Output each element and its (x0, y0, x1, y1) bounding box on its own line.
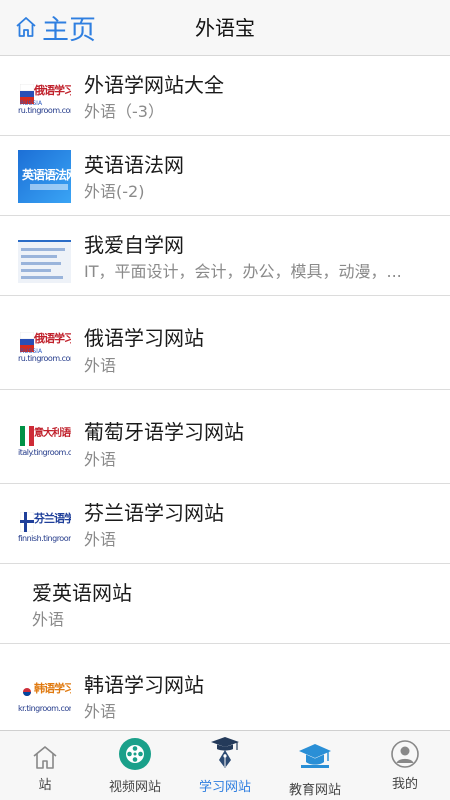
tab-home[interactable]: 站 (0, 731, 90, 800)
item-title: 葡萄牙语学习网站 (84, 420, 244, 444)
home-icon (33, 746, 57, 769)
list-item[interactable]: 俄语学习网 RUSSIA ru.tingroom.com 外语学网站大全 外语（… (0, 56, 450, 136)
site-thumbnail: 意大利语学习网 italy.tingroom.com (18, 412, 71, 465)
home-label: 主页 (42, 14, 96, 46)
tab-label: 我的 (391, 777, 418, 792)
tab-label: 视频网站 (108, 780, 161, 795)
tab-mine[interactable]: 我的 (360, 731, 450, 800)
tab-study-sites[interactable]: 学习网站 (180, 731, 270, 800)
thumbnail-url: ru.tingroom.com (18, 106, 71, 115)
list-item[interactable]: 俄语学习网 RUSSIA ru.tingroom.com 俄语学习网站 外语 (0, 296, 450, 390)
thumbnail-url: finnish.tingroom.com (18, 534, 71, 543)
thumbnail-brand: 俄语学习网 (34, 84, 71, 97)
tab-education-sites[interactable]: 教育网站 (270, 731, 360, 800)
tab-label: 站 (38, 778, 52, 793)
site-thumbnail: 英语语法网 (18, 150, 71, 203)
thumbnail-line (21, 255, 57, 258)
item-title: 我爱自学网 (84, 233, 184, 257)
thumbnail-brand: 英语语法网 (22, 168, 71, 182)
thumbnail-line (21, 269, 51, 272)
thumbnail-url: italy.tingroom.com (18, 448, 71, 457)
flag-icon (20, 682, 34, 702)
thumbnail-url: ru.tingroom.com (18, 354, 71, 363)
site-thumbnail: 俄语学习网 RUSSIA ru.tingroom.com (18, 318, 71, 371)
graduation-pen-icon (211, 737, 239, 768)
thumbnail-url: kr.tingroom.com (18, 704, 71, 713)
tab-label: 学习网站 (198, 780, 251, 795)
thumbnail-brand: 韩语学习网 (34, 682, 71, 695)
tab-video-sites[interactable]: 视频网站 (90, 731, 180, 800)
item-title: 韩语学习网站 (84, 673, 204, 697)
list-item[interactable]: 芬兰语学习网 finnish.tingroom.com 芬兰语学习网站 外语 (0, 484, 450, 564)
item-title: 芬兰语学习网站 (84, 501, 224, 525)
list-item[interactable]: 我爱自学网 IT，平面设计，会计，办公，模具，动漫，... (0, 216, 450, 296)
thumbnail-brand: 俄语学习网 (34, 332, 71, 345)
item-title: 外语学网站大全 (84, 73, 224, 97)
bottom-navigation: 站 视频网站 学习网站 教育网站 我的 (0, 730, 450, 800)
item-subtitle: 外语 (84, 450, 117, 469)
item-subtitle: 外语（-3） (84, 102, 164, 121)
item-subtitle: 外语 (84, 356, 117, 375)
item-subtitle: 外语 (84, 702, 117, 721)
item-subtitle: 外语 (32, 610, 65, 629)
thumbnail-brand: 意大利语学习网 (34, 428, 71, 439)
film-reel-icon (119, 738, 151, 770)
thumbnail-stripe (30, 184, 68, 190)
site-thumbnail: 俄语学习网 RUSSIA ru.tingroom.com (18, 70, 71, 123)
thumbnail-line (21, 276, 63, 279)
list-item[interactable]: 英语语法网 英语语法网 外语(-2) (0, 136, 450, 216)
user-avatar-icon (391, 740, 419, 768)
list-item[interactable]: 韩语学习网 kr.tingroom.com 韩语学习网站 外语 (0, 644, 450, 732)
website-list: 俄语学习网 RUSSIA ru.tingroom.com 外语学网站大全 外语（… (0, 56, 450, 732)
site-thumbnail: 韩语学习网 kr.tingroom.com (18, 668, 71, 721)
site-thumbnail: 芬兰语学习网 finnish.tingroom.com (18, 498, 71, 551)
list-item[interactable]: 爱英语网站 外语 (0, 564, 450, 644)
thumbnail-header-bar (18, 230, 71, 242)
app-header: 主页 外语宝 (0, 0, 450, 56)
thumbnail-line (21, 248, 65, 251)
item-subtitle: IT，平面设计，会计，办公，模具，动漫，... (84, 262, 402, 281)
flag-icon (20, 426, 34, 446)
list-item[interactable]: 意大利语学习网 italy.tingroom.com 葡萄牙语学习网站 外语 (0, 390, 450, 484)
site-thumbnail (18, 230, 71, 283)
home-icon (16, 17, 36, 37)
thumbnail-line (21, 262, 61, 265)
item-title: 俄语学习网站 (84, 326, 204, 350)
item-title: 英语语法网 (84, 153, 184, 177)
mortarboard-icon (299, 744, 331, 768)
item-subtitle: 外语 (84, 530, 117, 549)
tab-label: 教育网站 (288, 783, 341, 798)
item-subtitle: 外语(-2) (84, 182, 145, 201)
flag-icon (20, 512, 34, 532)
home-button[interactable]: 主页 (14, 6, 96, 48)
thumbnail-brand: 芬兰语学习网 (34, 512, 71, 525)
item-title: 爱英语网站 (32, 581, 132, 605)
